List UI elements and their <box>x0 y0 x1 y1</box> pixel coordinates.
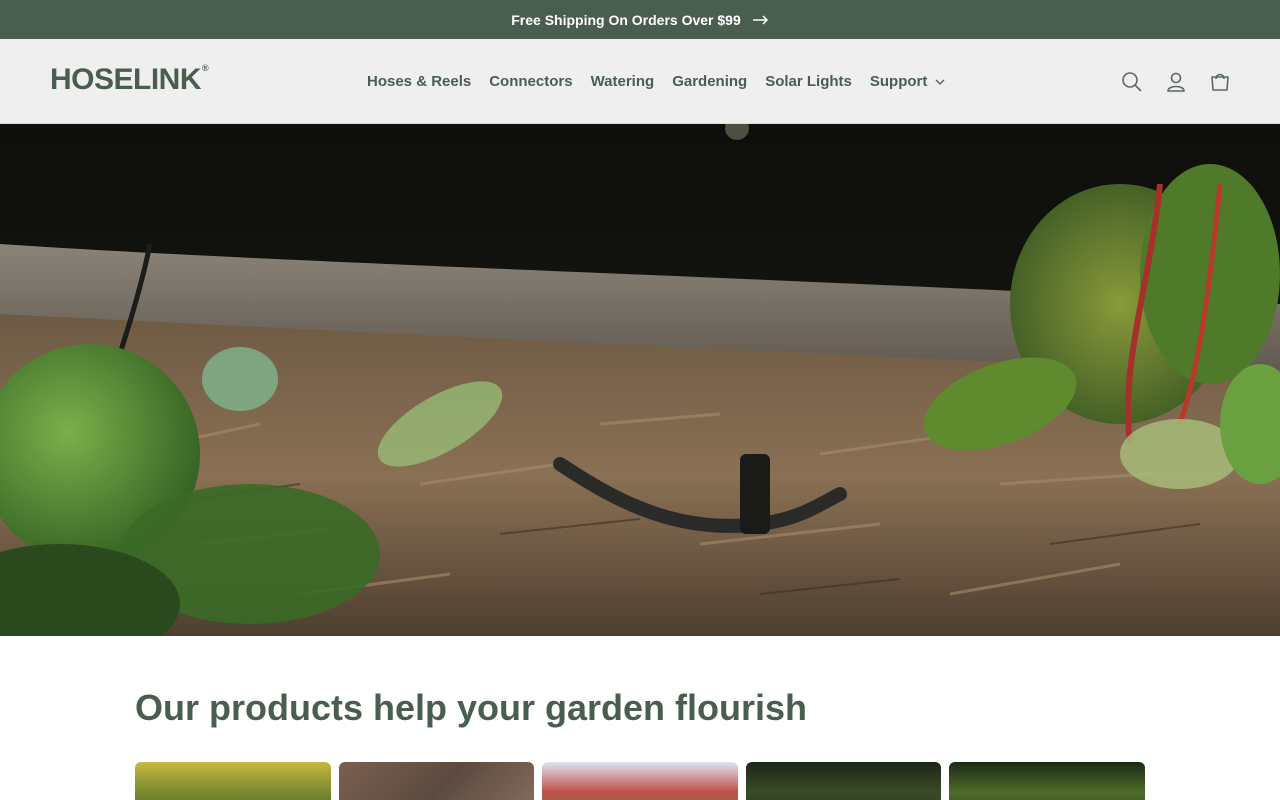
collection-card[interactable] <box>135 762 331 800</box>
collection-card[interactable] <box>338 762 535 800</box>
cart-icon <box>1211 73 1229 91</box>
announcement-text: Free Shipping On Orders Over $99 <box>511 11 741 28</box>
arrow-right-icon <box>752 14 768 25</box>
header-actions <box>1112 39 1240 124</box>
account-button[interactable] <box>1156 62 1196 102</box>
hero-garden-image <box>0 124 1280 636</box>
nav-watering[interactable]: Watering <box>582 73 664 90</box>
collection-card[interactable] <box>949 762 1145 800</box>
section-title: Our products help your garden flourish <box>135 687 808 728</box>
announcement-bar[interactable]: Free Shipping On Orders Over $99 <box>0 0 1280 39</box>
account-icon <box>1167 72 1185 92</box>
hero-banner[interactable] <box>0 124 1280 636</box>
chevron-down-icon <box>935 79 945 85</box>
collection-card[interactable] <box>542 762 738 800</box>
product-collection-cards <box>135 762 1145 800</box>
logo-registered-mark: ® <box>202 63 209 73</box>
products-section: Our products help your garden flourish <box>0 636 1280 800</box>
nav-gardening[interactable]: Gardening <box>663 73 756 90</box>
nav-connectors[interactable]: Connectors <box>480 73 581 90</box>
cart-button[interactable] <box>1200 62 1240 102</box>
search-button[interactable] <box>1112 62 1152 102</box>
nav-hoses-reels[interactable]: Hoses & Reels <box>358 73 480 90</box>
nav-solar-lights[interactable]: Solar Lights <box>756 73 861 90</box>
site-header: HOSELINK ® Hoses & Reels Connectors Wate… <box>0 39 1280 124</box>
logo-text: HOSELINK <box>50 63 202 96</box>
nav-support[interactable]: Support <box>861 73 955 90</box>
search-icon <box>1122 71 1142 92</box>
brand-logo[interactable]: HOSELINK ® <box>50 63 209 97</box>
main-nav: Hoses & Reels Connectors Watering Garden… <box>358 39 954 124</box>
collection-card[interactable] <box>745 762 942 800</box>
